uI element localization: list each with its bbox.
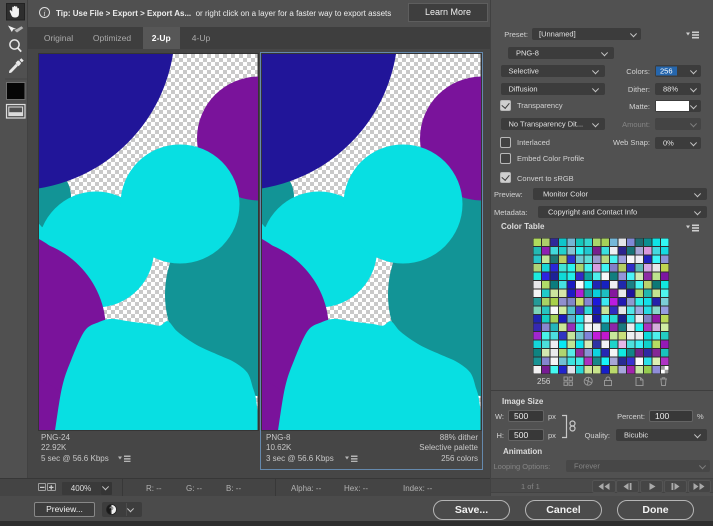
svg-text:?: ? [109, 506, 114, 515]
